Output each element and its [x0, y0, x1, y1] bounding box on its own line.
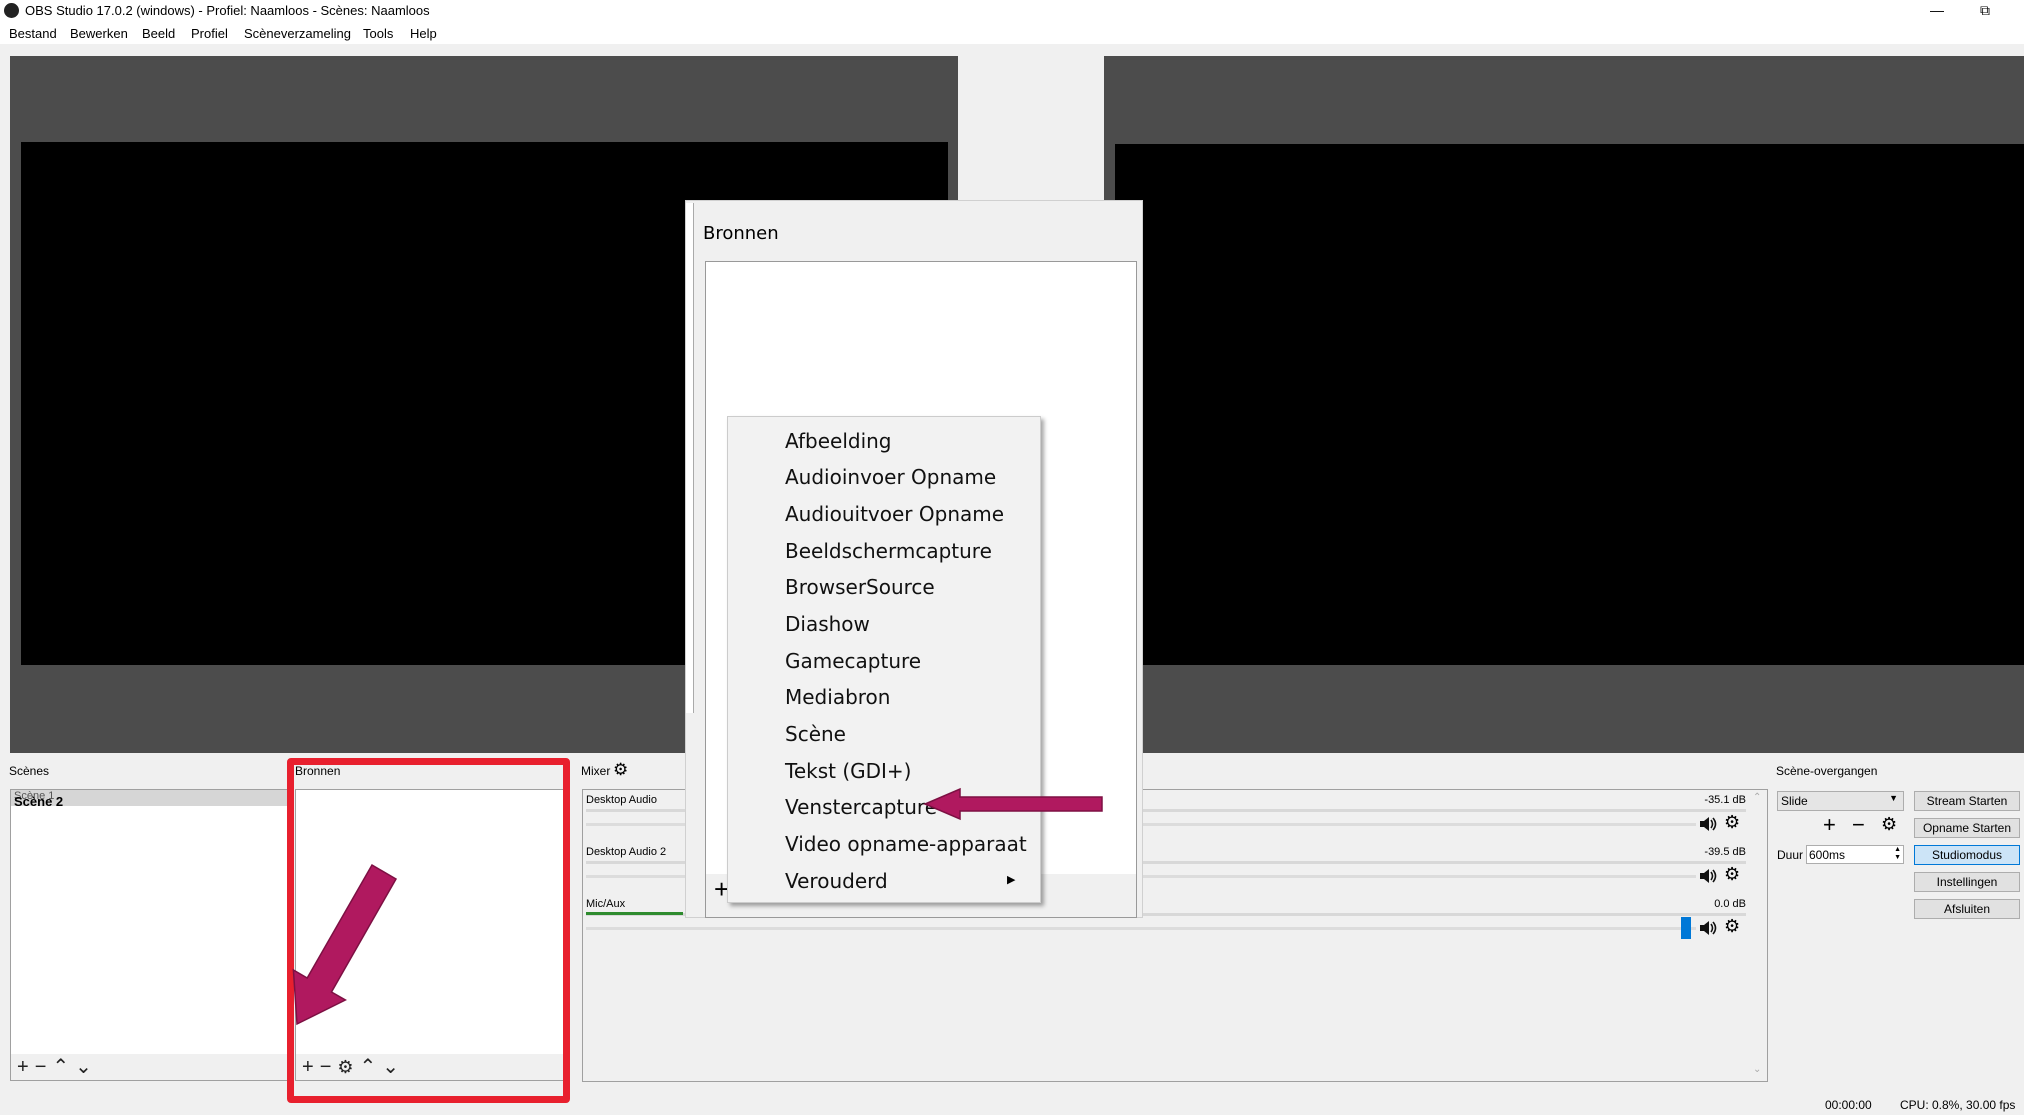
transition-gear-icon[interactable]: ⚙	[1881, 814, 1897, 835]
add-source-context-menu: Afbeelding Audioinvoer Opname Audiouitvo…	[727, 416, 1041, 903]
slider-handle[interactable]	[1681, 917, 1691, 939]
window-title: OBS Studio 17.0.2 (windows) - Profiel: N…	[25, 3, 430, 18]
move-down-button[interactable]: ⌄	[75, 1057, 92, 1077]
menu-item-scene[interactable]: Scène	[785, 719, 1035, 749]
transition-selected: Slide	[1781, 794, 1808, 808]
chevron-down-icon: ▼	[1889, 793, 1898, 803]
add-transition-button[interactable]: +	[1823, 812, 1836, 838]
transition-select[interactable]: Slide ▼	[1777, 791, 1904, 811]
mixer-channel-name: Desktop Audio 2	[586, 846, 667, 858]
duration-value: 600ms	[1809, 848, 1846, 862]
mixer-channel-db: -39.5 dB	[1704, 846, 1746, 858]
menu-item-venstercapture[interactable]: Venstercapture	[785, 792, 1035, 822]
menu-bewerken[interactable]: Bewerken	[70, 26, 128, 41]
menu-item-verouderd[interactable]: Verouderd	[785, 866, 1035, 896]
menu-profiel[interactable]: Profiel	[191, 26, 228, 41]
duration-label: Duur	[1777, 848, 1804, 862]
volume-slider[interactable]	[586, 927, 1696, 930]
remove-transition-button[interactable]: −	[1852, 812, 1865, 838]
menu-sceneverzameling[interactable]: Scèneverzameling	[244, 26, 351, 41]
mixer-gear-icon[interactable]: ⚙	[613, 760, 628, 780]
restore-icon[interactable]: ⧉	[1965, 0, 2005, 21]
stream-start-button[interactable]: Stream Starten	[1914, 791, 2020, 811]
minimize-icon[interactable]: —	[1917, 0, 1957, 21]
spinner-icon[interactable]: ▲ ▼	[1894, 846, 1901, 862]
submenu-arrow-icon: ▶	[1007, 874, 1016, 886]
menu-help[interactable]: Help	[410, 26, 437, 41]
menu-beeld[interactable]: Beeld	[142, 26, 175, 41]
transitions-label: Scène-overgangen	[1776, 764, 1878, 778]
exit-button[interactable]: Afsluiten	[1914, 899, 2020, 919]
mixer-channel-db: 0.0 dB	[1714, 898, 1746, 910]
scenes-toolbar: + − ⌃ ⌄	[11, 1054, 291, 1080]
channel-gear-icon[interactable]: ⚙	[1724, 864, 1740, 885]
status-time: 00:00:00	[1825, 1098, 1872, 1112]
speaker-icon[interactable]	[1699, 816, 1717, 832]
menu-item-mediabron[interactable]: Mediabron	[785, 682, 1035, 712]
scene-item[interactable]: Scène 2	[14, 794, 63, 809]
record-start-button[interactable]: Opname Starten	[1914, 818, 2020, 838]
mixer-channel-db: -35.1 dB	[1704, 794, 1746, 806]
menu-tools[interactable]: Tools	[363, 26, 393, 41]
scenes-label: Scènes	[9, 764, 50, 778]
popup-title: Bronnen	[703, 223, 779, 244]
speaker-icon[interactable]	[1699, 920, 1717, 936]
menu-item-tekst[interactable]: Tekst (GDI+)	[785, 756, 1035, 786]
mixer-channel-name: Desktop Audio	[586, 794, 657, 806]
mic-level-bar	[586, 912, 683, 915]
duration-input[interactable]: 600ms ▲ ▼	[1806, 845, 1904, 864]
channel-gear-icon[interactable]: ⚙	[1724, 916, 1740, 937]
scenes-list: Scène 1 Scène 2 + − ⌃ ⌄	[10, 789, 292, 1081]
menu-item-beeldschermcapture[interactable]: Beeldschermcapture	[785, 536, 1035, 566]
scene-item-selected[interactable]: Scène 1 Scène 2	[11, 790, 291, 809]
highlight-box	[287, 758, 570, 1103]
studio-mode-button[interactable]: Studiomodus	[1914, 845, 2020, 865]
speaker-icon[interactable]	[1699, 868, 1717, 884]
mixer-label: Mixer	[581, 764, 611, 778]
menu-item-browsersource[interactable]: BrowserSource	[785, 572, 1035, 602]
move-up-button[interactable]: ⌃	[52, 1057, 69, 1077]
channel-gear-icon[interactable]: ⚙	[1724, 812, 1740, 833]
menu-item-audioinvoer[interactable]: Audioinvoer Opname	[785, 462, 1035, 492]
menu-item-video-opname[interactable]: Video opname-apparaat	[785, 829, 1035, 859]
status-cpu: CPU: 0.8%, 30.00 fps	[1900, 1098, 2016, 1112]
menu-item-audiouitvoer[interactable]: Audiouitvoer Opname	[785, 499, 1035, 529]
remove-scene-button[interactable]: −	[35, 1057, 47, 1077]
program-canvas[interactable]	[1115, 144, 2024, 665]
settings-button[interactable]: Instellingen	[1914, 872, 2020, 892]
scenes-list-edge	[686, 203, 694, 713]
scroll-up-icon[interactable]: ⌃	[1753, 792, 1761, 803]
mixer-channel-name: Mic/Aux	[586, 898, 626, 910]
obs-logo-icon	[4, 3, 19, 18]
menu-item-diashow[interactable]: Diashow	[785, 609, 1035, 639]
menu-item-gamecapture[interactable]: Gamecapture	[785, 646, 1035, 676]
scroll-down-icon[interactable]: ⌄	[1753, 1064, 1761, 1075]
menu-bestand[interactable]: Bestand	[9, 26, 57, 41]
add-scene-button[interactable]: +	[17, 1057, 29, 1077]
menu-item-afbeelding[interactable]: Afbeelding	[785, 426, 1035, 456]
